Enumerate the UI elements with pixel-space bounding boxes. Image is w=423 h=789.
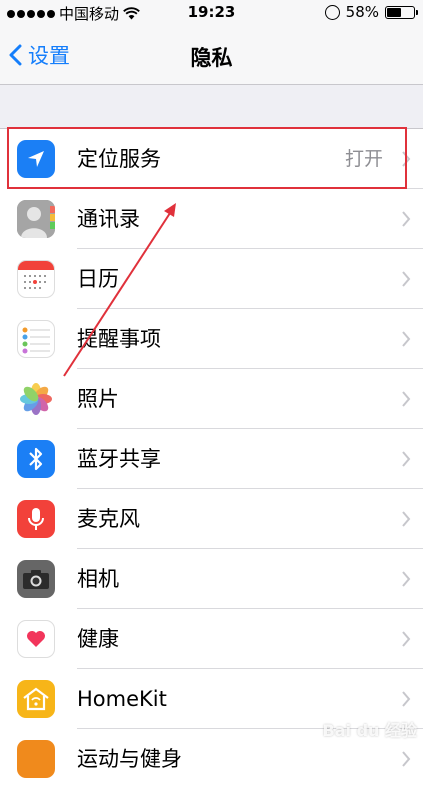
watermark: Bai du 经验 (322, 721, 417, 740)
annotation-arrow (63, 203, 176, 377)
chevron-right-icon (402, 751, 411, 767)
